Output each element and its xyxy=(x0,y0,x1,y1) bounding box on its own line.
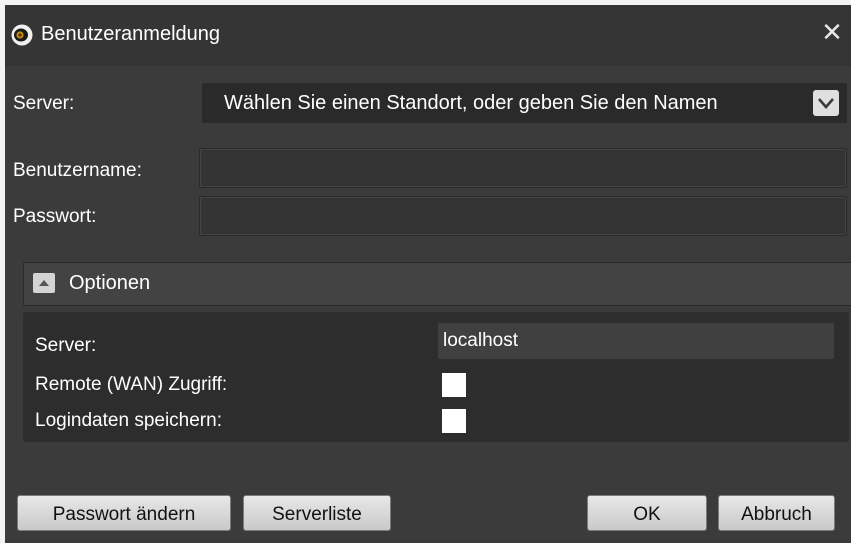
server-label: Server: xyxy=(13,93,75,114)
change-password-button[interactable]: Passwort ändern xyxy=(17,495,231,531)
remote-access-label: Remote (WAN) Zugriff: xyxy=(35,374,228,395)
window-title: Benutzeranmeldung xyxy=(41,23,221,45)
password-field[interactable] xyxy=(199,196,847,236)
options-panel: Server: localhost Remote (WAN) Zugriff: … xyxy=(23,312,849,442)
ok-button[interactable]: OK xyxy=(587,495,707,531)
close-icon[interactable]: ✕ xyxy=(819,19,845,45)
save-credentials-checkbox[interactable] xyxy=(442,409,466,433)
login-dialog: Benutzeranmeldung ✕ Server: Wählen Sie e… xyxy=(5,5,851,543)
options-title: Optionen xyxy=(69,272,151,294)
remote-access-checkbox[interactable] xyxy=(442,373,466,397)
options-server-value: localhost xyxy=(443,330,518,351)
password-label: Passwort: xyxy=(13,206,97,227)
title-bar[interactable]: Benutzeranmeldung ✕ xyxy=(5,5,851,66)
options-section-header[interactable]: Optionen xyxy=(23,262,851,306)
cancel-button[interactable]: Abbruch xyxy=(718,495,835,531)
save-credentials-label: Logindaten speichern: xyxy=(35,410,222,431)
server-combobox[interactable]: Wählen Sie einen Standort, oder geben Si… xyxy=(202,83,847,123)
chevron-down-icon-glyph xyxy=(818,98,834,109)
server-combobox-value[interactable]: Wählen Sie einen Standort, oder geben Si… xyxy=(224,92,806,114)
triangle-up-icon xyxy=(39,280,49,286)
username-label: Benutzername: xyxy=(13,160,142,181)
server-list-button[interactable]: Serverliste xyxy=(243,495,391,531)
username-field[interactable] xyxy=(199,148,847,188)
eye-logo-icon xyxy=(11,24,33,46)
chevron-down-icon[interactable] xyxy=(813,90,839,116)
options-server-label: Server: xyxy=(35,335,97,356)
collapse-toggle-button[interactable] xyxy=(33,273,55,293)
options-server-input[interactable]: localhost xyxy=(438,323,834,359)
